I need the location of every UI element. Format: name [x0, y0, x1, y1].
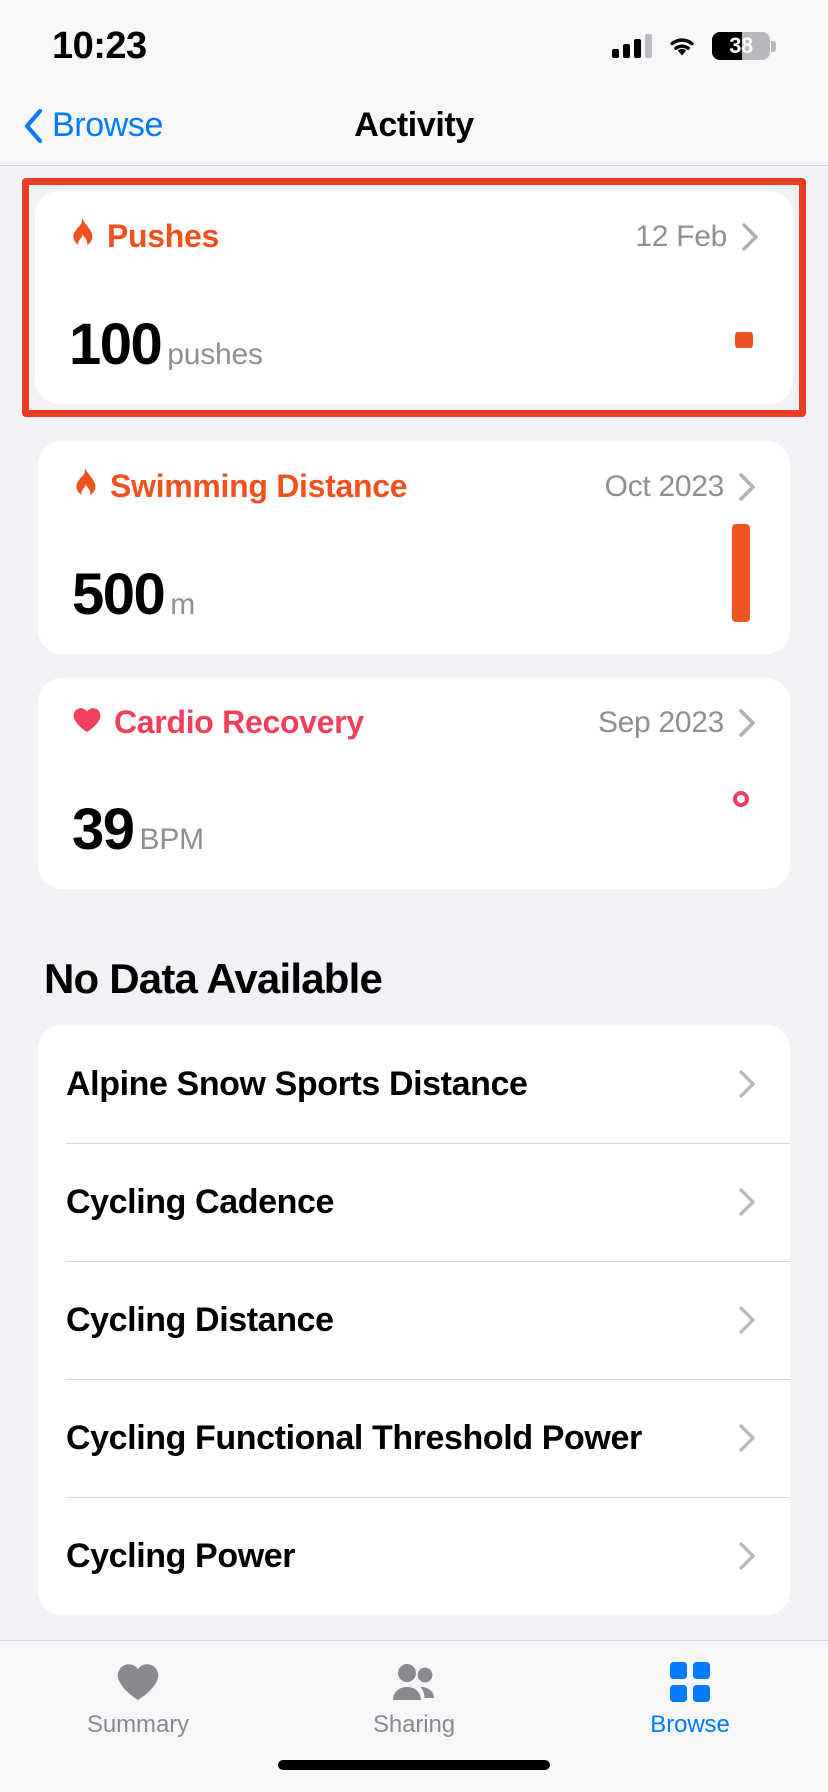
card-value-row: 500 m — [72, 566, 195, 624]
list-item-label: Alpine Snow Sports Distance — [66, 1064, 528, 1103]
highlight-selection-box: Pushes 12 Feb 100 pushes — [22, 178, 806, 417]
chevron-right-icon[interactable] — [738, 472, 756, 502]
card-header: Cardio Recovery Sep 2023 — [72, 704, 756, 741]
card-title: Cardio Recovery — [114, 704, 364, 740]
list-item-label: Cycling Cadence — [66, 1182, 334, 1221]
list-item-cycling-distance[interactable]: Cycling Distance — [38, 1261, 790, 1379]
card-header-right: 12 Feb — [635, 220, 759, 254]
card-value-row: 100 pushes — [69, 316, 263, 374]
metric-card-cardio-recovery[interactable]: Cardio Recovery Sep 2023 39 BPM — [38, 678, 790, 889]
tab-browse[interactable]: Browse — [552, 1659, 828, 1739]
flame-icon — [72, 467, 98, 506]
metric-card-pushes[interactable]: Pushes 12 Feb 100 pushes — [35, 191, 793, 404]
card-title: Swimming Distance — [110, 468, 408, 504]
chevron-right-icon[interactable] — [741, 222, 759, 252]
sparkline-bar — [735, 332, 753, 348]
tab-summary[interactable]: Summary — [0, 1659, 276, 1739]
chevron-left-icon — [22, 108, 44, 144]
card-date: Sep 2023 — [597, 705, 724, 739]
back-button[interactable]: Browse — [0, 106, 163, 145]
iphone-screen: 10:23 38 Browse Activity Pushes 12 Feb 1… — [0, 0, 828, 1792]
card-body: 39 BPM — [72, 741, 756, 859]
card-sparkline — [726, 506, 756, 624]
list-item-cycling-cadence[interactable]: Cycling Cadence — [38, 1143, 790, 1261]
wifi-icon — [666, 34, 698, 58]
card-value-row: 39 BPM — [72, 801, 204, 859]
sparkline-point — [733, 791, 749, 807]
card-date: 12 Feb — [635, 219, 727, 253]
heart-icon — [72, 706, 102, 739]
card-sparkline — [729, 256, 759, 374]
list-item-label: Cycling Functional Threshold Power — [66, 1418, 642, 1457]
card-unit: BPM — [139, 823, 205, 856]
card-header: Swimming Distance Oct 2023 — [72, 467, 756, 506]
card-header-right: Oct 2023 — [605, 470, 756, 504]
chevron-right-icon — [738, 1541, 756, 1571]
chevron-right-icon — [738, 1187, 756, 1217]
heart-icon — [115, 1659, 161, 1705]
card-header-left: Pushes — [69, 217, 219, 256]
card-date: Oct 2023 — [604, 469, 725, 503]
tab-label: Browse — [650, 1711, 730, 1738]
tab-label: Summary — [87, 1711, 189, 1738]
chevron-right-icon[interactable] — [738, 708, 756, 738]
list-item-cycling-functional-threshold-power[interactable]: Cycling Functional Threshold Power — [38, 1379, 790, 1497]
card-unit: pushes — [167, 338, 263, 371]
chevron-right-icon — [738, 1305, 756, 1335]
card-container-swimming: Swimming Distance Oct 2023 500 m — [0, 441, 828, 654]
status-bar-time: 10:23 — [52, 24, 147, 67]
card-header-left: Cardio Recovery — [72, 704, 364, 741]
flame-icon — [69, 217, 95, 256]
grid-squares-icon — [668, 1659, 712, 1705]
status-bar-indicators: 38 — [612, 26, 776, 60]
card-sparkline — [726, 741, 756, 859]
back-button-label: Browse — [52, 106, 163, 144]
list-item-label: Cycling Power — [66, 1536, 296, 1575]
card-value: 39 — [72, 797, 135, 862]
no-data-list: Alpine Snow Sports Distance Cycling Cade… — [38, 1025, 790, 1615]
card-body: 500 m — [72, 506, 756, 624]
card-header: Pushes 12 Feb — [69, 217, 759, 256]
card-header-left: Swimming Distance — [72, 467, 408, 506]
tab-sharing[interactable]: Sharing — [276, 1659, 552, 1739]
card-container-cardio: Cardio Recovery Sep 2023 39 BPM — [0, 678, 828, 889]
navigation-bar: Browse Activity — [0, 86, 828, 166]
sparkline-bar — [732, 524, 750, 622]
list-item-label: Cycling Distance — [66, 1300, 334, 1339]
card-title: Pushes — [107, 218, 220, 254]
scroll-content[interactable]: Pushes 12 Feb 100 pushes Swimming Distan… — [0, 166, 828, 1640]
chevron-right-icon — [738, 1423, 756, 1453]
card-header-right: Sep 2023 — [598, 706, 756, 740]
metric-card-swimming-distance[interactable]: Swimming Distance Oct 2023 500 m — [38, 441, 790, 654]
card-unit: m — [170, 588, 196, 621]
tab-label: Sharing — [372, 1711, 456, 1738]
chevron-right-icon — [738, 1069, 756, 1099]
battery-percent-label: 38 — [729, 33, 753, 58]
list-item-alpine-snow-sports-distance[interactable]: Alpine Snow Sports Distance — [38, 1025, 790, 1143]
card-value: 100 — [69, 312, 163, 377]
two-people-icon — [388, 1659, 440, 1705]
card-value: 500 — [72, 562, 166, 627]
home-indicator[interactable] — [278, 1760, 550, 1770]
cellular-signal-icon — [612, 34, 652, 58]
section-header-no-data: No Data Available — [44, 955, 383, 1002]
card-body: 100 pushes — [69, 256, 759, 374]
battery-icon: 38 — [712, 32, 776, 60]
list-item-cycling-power[interactable]: Cycling Power — [38, 1497, 790, 1615]
status-bar: 10:23 38 — [0, 0, 828, 86]
